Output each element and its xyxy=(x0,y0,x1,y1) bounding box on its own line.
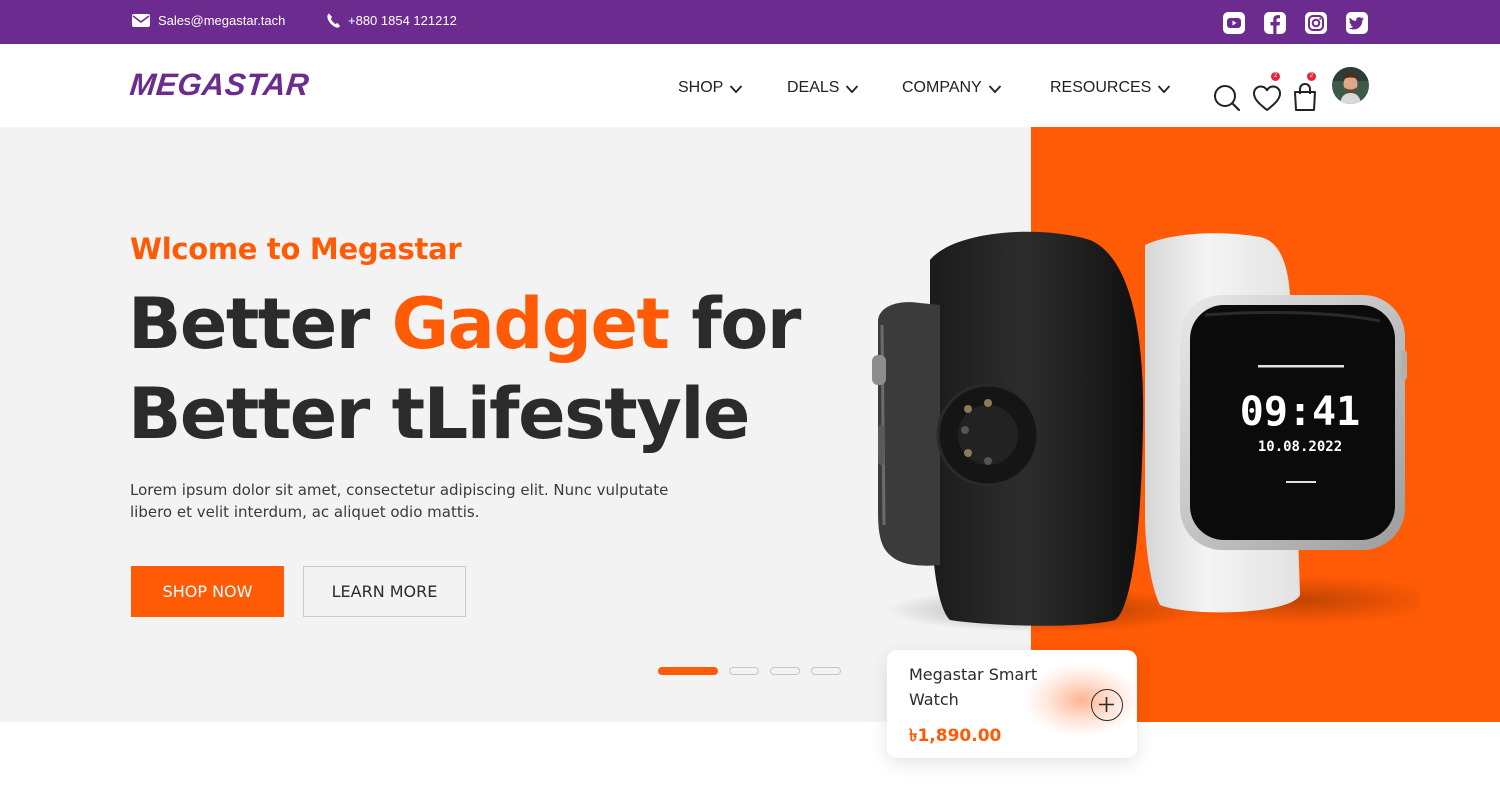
logo[interactable]: MEGASTAR xyxy=(128,67,311,103)
twitter-icon[interactable] xyxy=(1345,11,1369,35)
nav-company[interactable]: COMPANY xyxy=(902,79,1002,97)
chevron-down-icon xyxy=(1158,85,1171,94)
product-price: ৳1,890.00 xyxy=(909,726,1002,746)
main-header: MEGASTAR SHOP DEALS COMPANY RESOURCES 2 … xyxy=(0,44,1500,127)
phone-icon xyxy=(327,13,340,28)
phone-contact[interactable]: +880 1854 121212 xyxy=(326,12,457,29)
nav-resources-label: RESOURCES xyxy=(1050,79,1152,96)
youtube-icon[interactable] xyxy=(1222,11,1246,35)
phone-text: +880 1854 121212 xyxy=(348,13,457,28)
carousel-dot-4[interactable] xyxy=(811,667,841,675)
chevron-down-icon xyxy=(730,85,743,94)
heart-icon[interactable] xyxy=(1252,84,1282,112)
hero-description: Lorem ipsum dolor sit amet, consectetur … xyxy=(130,481,669,521)
carousel-dot-2[interactable] xyxy=(729,667,759,675)
hero-product-image: 09:41 10.08.2022 xyxy=(872,231,1420,632)
nav-shop-label: SHOP xyxy=(678,79,724,96)
wishlist-count-badge: 2 xyxy=(1271,72,1280,81)
learn-more-button[interactable]: LEARN MORE xyxy=(303,566,466,617)
nav-shop[interactable]: SHOP xyxy=(678,79,743,97)
nav-deals[interactable]: DEALS xyxy=(787,79,859,97)
headline-part: for xyxy=(668,283,801,365)
hero-headline-line1: Better Gadget for xyxy=(128,289,801,359)
watch-time-text: 09:41 xyxy=(1240,389,1360,435)
instagram-icon[interactable] xyxy=(1304,11,1328,35)
facebook-icon[interactable] xyxy=(1263,11,1287,35)
chevron-down-icon xyxy=(846,85,859,94)
nav-deals-label: DEALS xyxy=(787,79,840,96)
carousel-dot-1[interactable] xyxy=(658,667,718,675)
cart-count-badge: 2 xyxy=(1307,72,1316,81)
chevron-down-icon xyxy=(988,85,1001,94)
carousel-dot-3[interactable] xyxy=(770,667,800,675)
add-to-cart-button[interactable] xyxy=(1091,689,1123,721)
email-contact[interactable]: Sales@megastar.tach xyxy=(131,12,285,28)
nav-resources[interactable]: RESOURCES xyxy=(1050,79,1171,97)
search-icon[interactable] xyxy=(1212,83,1242,113)
nav-company-label: COMPANY xyxy=(902,79,982,96)
product-card[interactable]: Megastar Smart Watch ৳1,890.00 xyxy=(887,650,1137,758)
shop-now-button[interactable]: SHOP NOW xyxy=(131,566,284,617)
product-name: Megastar Smart Watch xyxy=(909,665,1038,709)
email-text: Sales@megastar.tach xyxy=(158,12,286,28)
watch-date-text: 10.08.2022 xyxy=(1258,439,1342,455)
headline-part: Better xyxy=(128,283,392,365)
mail-icon xyxy=(132,14,150,27)
headline-accent: Gadget xyxy=(391,283,670,365)
avatar[interactable] xyxy=(1332,67,1369,104)
hero-welcome: Wlcome to Megastar xyxy=(130,232,462,266)
top-bar: Sales@megastar.tach +880 1854 121212 xyxy=(0,0,1500,44)
shopping-bag-icon[interactable] xyxy=(1292,82,1318,112)
hero-headline-line2: Better tLifestyle xyxy=(128,373,750,455)
plus-icon xyxy=(1099,697,1114,712)
